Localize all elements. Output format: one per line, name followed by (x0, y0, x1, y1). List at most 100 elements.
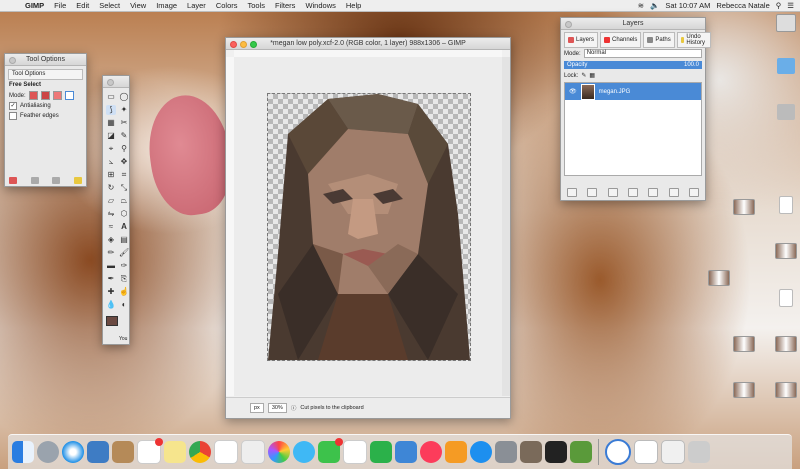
close-icon[interactable] (230, 41, 237, 48)
feather-edges-row[interactable]: Feather edges (5, 111, 86, 121)
layer-row[interactable]: 👁 megan.JPG (565, 83, 701, 100)
menu-colors[interactable]: Colors (211, 1, 243, 10)
reminders-icon[interactable] (214, 440, 238, 464)
desktop-screenshot-3[interactable] (699, 270, 739, 286)
dodge-icon[interactable]: ◐ (119, 300, 129, 310)
opacity-slider[interactable]: Opacity 100.0 (564, 61, 702, 69)
duplicate-layer-icon[interactable] (648, 188, 659, 197)
menu-filters[interactable]: Filters (270, 1, 300, 10)
safari-icon[interactable] (62, 441, 84, 463)
foreground-select-icon[interactable]: ◪ (106, 131, 116, 141)
desktop-document-1[interactable] (766, 196, 800, 214)
mail-icon[interactable] (87, 441, 109, 463)
raise-layer-icon[interactable] (607, 188, 618, 197)
desktop-folder-icon[interactable] (766, 58, 800, 74)
minimize-icon[interactable] (240, 41, 247, 48)
itunes-icon[interactable] (420, 441, 442, 463)
perspective-icon[interactable]: ⏢ (119, 196, 129, 206)
zoom-select[interactable]: 30% (267, 403, 287, 413)
tab-channels[interactable]: Channels (600, 32, 642, 48)
mode-subtract-button[interactable] (52, 91, 62, 100)
bucket-fill-icon[interactable]: ◈ (106, 235, 116, 245)
pages-icon[interactable] (343, 440, 367, 464)
tool-options-titlebar[interactable]: Tool Options (5, 54, 86, 66)
image-canvas[interactable] (267, 93, 471, 361)
blend-icon[interactable]: ▤ (119, 235, 129, 245)
desktop-disk-image-icon[interactable] (766, 104, 800, 120)
rect-select-icon[interactable]: ▭ (106, 92, 116, 102)
mode-replace-button[interactable] (28, 91, 38, 100)
restore-options-icon[interactable] (30, 177, 39, 184)
smudge-icon[interactable]: ☝ (119, 287, 129, 297)
menu-edit[interactable]: Edit (71, 1, 94, 10)
desktop-screenshot-1[interactable] (724, 199, 764, 215)
zoom-icon[interactable]: ⚲ (119, 144, 129, 154)
trash-icon[interactable] (688, 441, 710, 463)
layer-list[interactable]: 👁 megan.JPG (564, 82, 702, 176)
delete-layer-icon[interactable] (688, 188, 699, 197)
heal-icon[interactable]: ✚ (106, 287, 116, 297)
rotate-icon[interactable]: ↻ (106, 183, 116, 193)
menu-help[interactable]: Help (341, 1, 366, 10)
photos-icon[interactable] (268, 441, 290, 463)
eraser-icon[interactable]: ▬ (106, 261, 116, 271)
color-select-icon[interactable]: ▦ (106, 118, 116, 128)
dock-document-icon[interactable] (634, 440, 658, 464)
pencil-icon[interactable]: ✏ (106, 248, 116, 258)
app-store-icon[interactable] (470, 441, 492, 463)
close-icon[interactable] (9, 57, 16, 64)
unit-select[interactable]: px (250, 403, 264, 413)
desktop-screenshot-4[interactable] (724, 336, 764, 352)
save-options-icon[interactable] (9, 177, 17, 184)
user-name[interactable]: Rebecca Natale (716, 1, 769, 10)
ink-icon[interactable]: ✒ (106, 274, 116, 284)
layer-name[interactable]: megan.JPG (599, 89, 631, 95)
vertical-scrollbar[interactable] (502, 57, 510, 396)
chrome-icon[interactable] (189, 441, 211, 463)
canvas-area[interactable] (234, 57, 502, 396)
facetime-icon[interactable] (318, 438, 343, 463)
menu-file[interactable]: File (49, 1, 71, 10)
lock-alpha-icon[interactable]: ▦ (589, 72, 595, 79)
menu-select[interactable]: Select (94, 1, 125, 10)
calendar-icon[interactable] (137, 438, 163, 464)
layer-visibility-icon[interactable]: 👁 (569, 88, 577, 95)
launchpad-icon[interactable] (37, 441, 59, 463)
messages-icon[interactable] (293, 441, 315, 463)
antialiasing-checkbox[interactable]: ✓ (9, 102, 17, 110)
volume-icon[interactable]: 🔈 (650, 1, 659, 10)
system-preferences-icon[interactable] (495, 441, 517, 463)
crop-icon[interactable]: ⌗ (119, 170, 129, 180)
antialiasing-row[interactable]: ✓ Antialiasing (5, 101, 86, 111)
measure-icon[interactable]: ⦣ (106, 157, 116, 167)
close-icon[interactable] (565, 21, 572, 28)
toolbox-titlebar[interactable] (103, 76, 129, 88)
free-select-icon[interactable]: ⟆ (106, 105, 116, 115)
image-window-titlebar[interactable]: *megan low poly.xcf-2.0 (RGB color, 1 la… (226, 38, 510, 50)
text-icon[interactable]: A (119, 222, 129, 232)
desktop-screenshot-5[interactable] (766, 336, 800, 352)
move-icon[interactable]: ✥ (119, 157, 129, 167)
notification-center-icon[interactable]: ☰ (787, 1, 794, 10)
menu-image[interactable]: Image (151, 1, 182, 10)
clone-icon[interactable]: ⎘ (119, 274, 129, 284)
feather-edges-checkbox[interactable] (9, 112, 17, 120)
lock-pixels-icon[interactable]: ✎ (581, 72, 586, 79)
layers-titlebar[interactable]: Layers (561, 18, 705, 30)
mode-intersect-button[interactable] (64, 91, 74, 100)
menu-windows[interactable]: Windows (300, 1, 340, 10)
zoom-window-icon[interactable] (250, 41, 257, 48)
numbers-icon[interactable] (370, 441, 392, 463)
fuzzy-select-icon[interactable]: ✦ (119, 105, 129, 115)
desktop-drive-icon[interactable] (766, 14, 800, 32)
wifi-icon[interactable]: ≋ (638, 1, 644, 10)
delete-options-icon[interactable] (52, 177, 61, 184)
new-layer-icon[interactable] (567, 188, 577, 197)
desktop-screenshot-2[interactable] (766, 243, 800, 259)
warp-icon[interactable]: ≈ (106, 222, 116, 232)
menu-layer[interactable]: Layer (182, 1, 211, 10)
mode-add-button[interactable] (40, 91, 50, 100)
minecraft-icon[interactable] (570, 441, 592, 463)
tab-paths[interactable]: Paths (643, 32, 675, 48)
terminal-icon[interactable] (545, 441, 567, 463)
